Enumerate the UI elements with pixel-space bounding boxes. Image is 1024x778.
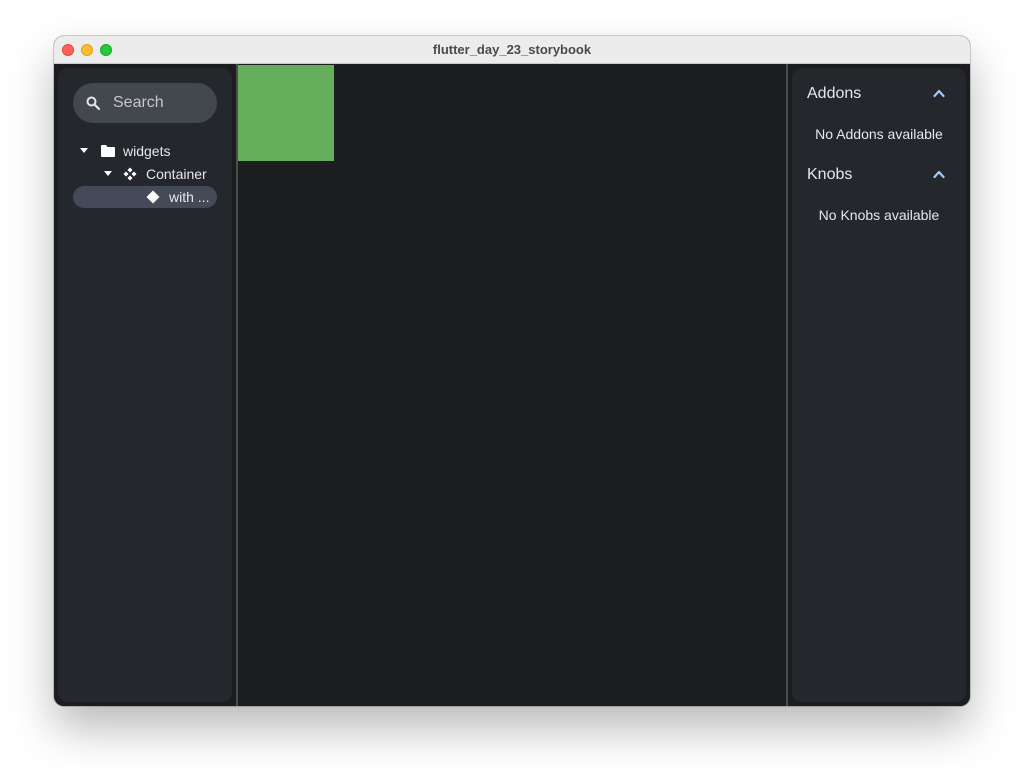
search-icon: [86, 96, 101, 111]
component-icon: [123, 167, 137, 181]
tree-item-label: with ...: [169, 189, 210, 205]
addons-title: Addons: [807, 85, 862, 102]
folder-icon: [101, 145, 115, 157]
caret-down-icon[interactable]: [80, 148, 88, 153]
tree-item-label: widgets: [123, 143, 171, 159]
stories-sidebar: widgets Container with ...: [58, 68, 232, 702]
chevron-up-icon[interactable]: [933, 88, 945, 98]
tree-item-label: Container: [146, 166, 207, 182]
app-content: widgets Container with ...: [54, 64, 970, 706]
addons-section-header[interactable]: Addons: [807, 82, 957, 106]
app-window: flutter_day_23_storybook widgets: [54, 36, 970, 706]
title-bar: flutter_day_23_storybook: [54, 36, 970, 64]
container-preview: [238, 65, 334, 161]
chevron-up-icon[interactable]: [933, 169, 945, 179]
search-field[interactable]: [73, 83, 217, 123]
no-knobs-text: No Knobs available: [818, 207, 940, 223]
window-title: flutter_day_23_storybook: [432, 42, 592, 57]
tree-item-widgets[interactable]: widgets: [58, 140, 232, 162]
no-addons-text: No Addons available: [815, 126, 943, 142]
story-canvas: [238, 64, 786, 706]
knobs-section-header[interactable]: Knobs: [807, 163, 957, 187]
knobs-title: Knobs: [807, 166, 853, 183]
tree-item-story[interactable]: with ...: [73, 186, 217, 208]
addons-panel: Addons No Addons available Knobs No Knob…: [792, 68, 966, 702]
panel-divider[interactable]: [786, 64, 788, 706]
search-input[interactable]: [113, 83, 209, 123]
caret-down-icon[interactable]: [104, 171, 112, 176]
tree-item-container[interactable]: Container: [58, 163, 232, 185]
story-icon: [146, 190, 160, 204]
